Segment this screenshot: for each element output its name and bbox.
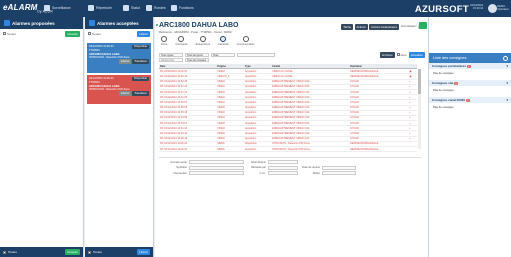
- events-table: Date Origine Type Libellé Opérateur RX 0…: [159, 64, 417, 152]
- report-form: Compte-rendu Code Retenir Synthèse Décla…: [159, 157, 421, 184]
- intervention-field[interactable]: Intervention: [159, 171, 244, 175]
- card-transfer-button[interactable]: Transférer: [132, 59, 149, 65]
- auto-refresh-checkbox[interactable]: Auto: [396, 53, 407, 57]
- bottom-release-button[interactable]: Libérer: [137, 249, 150, 255]
- brand-name: AZURSOFT: [414, 4, 469, 15]
- section-particular-text: Pas de consigne: [433, 71, 454, 75]
- clipboard-icon: [178, 36, 185, 42]
- filters-row-2: Rechercher Tous les niveaux: [159, 58, 209, 62]
- bell-icon: [4, 20, 10, 26]
- nav-fonctions[interactable]: Fonctions: [171, 5, 194, 11]
- filters-row: Tous types Tous les jours Tous Archives …: [159, 52, 425, 58]
- table-row[interactable]: RX 04/12/2024 11:06:33 SIRES Apparition INT…: [159, 146, 417, 152]
- accepted-alarm-card[interactable]: 04/12/2024 11:06:33 Disponible TT00501 AR…: [87, 43, 151, 73]
- section-channel-text: Pas de consigne: [433, 105, 454, 109]
- chevron-down-icon: ▾: [506, 81, 508, 85]
- tab-fiche[interactable]: Fiche: [161, 36, 167, 46]
- nav-repertoire[interactable]: Répertoire: [88, 5, 112, 11]
- tab-evenements[interactable]: Caméras: [218, 36, 229, 46]
- cell-op: DEMOEUROMANUELLE: [349, 146, 409, 152]
- accepted-alarms-header: Alarmes acceptées: [85, 17, 153, 29]
- user-label: DEMO Opérateur: [497, 5, 509, 11]
- day-filter[interactable]: Tous les jours: [185, 52, 209, 57]
- instant-actions-button[interactable]: Actions instantanées: [369, 24, 399, 30]
- resume-date-field[interactable]: Date de reprise: [302, 165, 356, 170]
- section-site-text: Pas de consigne: [433, 88, 454, 92]
- proposed-alarms-panel: Alarmes proposées Toutes Accepter Toutes…: [0, 17, 84, 257]
- status-icon: [123, 5, 129, 11]
- tab-consignes[interactable]: Consignes: [175, 36, 188, 46]
- clock-icon: [220, 36, 227, 42]
- people-icon: [199, 36, 206, 42]
- report-field[interactable]: Compte-rendu: [159, 160, 244, 164]
- actions-button[interactable]: Actions: [354, 24, 368, 30]
- page-subtitle: Référence : ARC1800M - Poste : TT00501 -…: [159, 30, 232, 34]
- proposed-alarms-header: Alarmes proposées: [0, 17, 83, 29]
- cell-type: Apparition: [244, 146, 272, 152]
- green-status-button[interactable]: [419, 22, 427, 29]
- task-button[interactable]: Tâche: [341, 24, 353, 30]
- table-scrollbar[interactable]: [418, 69, 421, 149]
- bottom-accept-button[interactable]: Accepter: [64, 249, 80, 255]
- tools-icon: [171, 5, 177, 11]
- cell-label: INTRUSION - Détection PIR Zone: [271, 146, 350, 152]
- cell-icon: [408, 146, 417, 152]
- synthesis-field[interactable]: Synthèse: [159, 165, 244, 170]
- type-filter[interactable]: Tous types: [159, 52, 183, 57]
- bottom-accepted-checkbox[interactable]: [88, 250, 91, 254]
- nav-rondes[interactable]: Rondes: [146, 5, 166, 11]
- accepted-alarm-card[interactable]: 04/12/2024 11:06:43 Disponible TT00501 AR…: [87, 75, 151, 104]
- code-field[interactable]: Code Retenir: [248, 160, 298, 164]
- tab-communication[interactable]: Communication: [237, 36, 255, 46]
- extra-filter[interactable]: [237, 52, 275, 57]
- bottom-select-all-checkbox[interactable]: [3, 250, 6, 254]
- bell-check-icon: [89, 20, 95, 26]
- proposed-bottom-bar: Toutes Accepter: [0, 247, 83, 257]
- chevron-down-icon: ▾: [506, 98, 508, 102]
- select-all-checkbox[interactable]: Toutes: [3, 32, 16, 36]
- tab-contacts[interactable]: Événements: [196, 36, 210, 46]
- status-filter[interactable]: Tous: [211, 52, 235, 57]
- accepted-bottom-bar: Toutes Libérer: [85, 247, 153, 257]
- info-icon: [161, 36, 168, 42]
- instructions-header: Liste des consignes: [429, 53, 511, 63]
- clock: 04/12/2024 15:40:44: [470, 4, 483, 11]
- level-filter[interactable]: Tous les niveaux: [185, 58, 209, 62]
- card-release-button[interactable]: Libérer: [118, 91, 132, 97]
- top-navigation-bar: eALARMby AZUR Surveillance Répertoire St…: [0, 0, 511, 17]
- page-title: ARC1800 DAHUA LABO: [159, 22, 239, 29]
- patrol-icon: [146, 5, 152, 11]
- declared-by-field[interactable]: Déclarée par: [248, 165, 298, 170]
- card-release-button[interactable]: Libérer: [118, 59, 132, 65]
- available-button[interactable]: Disponible: [131, 76, 149, 82]
- instructions-panel: Liste des consignes Consignes particuliè…: [428, 17, 511, 257]
- nav-statut[interactable]: Statut: [123, 5, 140, 11]
- release-button[interactable]: Libérer: [137, 31, 150, 37]
- weather-field[interactable]: Météo: [302, 171, 356, 175]
- status-dot: [156, 24, 158, 26]
- cai-field[interactable]: C.A.I.: [248, 171, 298, 175]
- link-icon: [242, 36, 249, 42]
- cell-origin: SIRES: [216, 146, 244, 152]
- detail-tabs: Fiche Consignes Événements Caméras Commu…: [161, 36, 255, 46]
- alarm-detail-panel: ARC1800 DAHUA LABO Référence : ARC1800M …: [155, 17, 428, 257]
- cell-date: RX 04/12/2024 11:06:33: [159, 146, 217, 152]
- add-icon[interactable]: [503, 55, 508, 61]
- refresh-button[interactable]: Actualiser: [408, 52, 425, 58]
- archives-button[interactable]: Archives: [379, 52, 395, 58]
- card-transfer-button[interactable]: Transférer: [132, 91, 149, 97]
- monitor-icon: [44, 5, 50, 11]
- select-all-accepted-checkbox[interactable]: Toutes: [88, 32, 101, 36]
- journal-label: Journalisation: [400, 25, 417, 29]
- chevron-down-icon: ▾: [506, 64, 508, 68]
- nav-surveillance[interactable]: Surveillance: [44, 5, 70, 11]
- book-icon: [88, 5, 94, 11]
- accept-button[interactable]: Accepter: [64, 31, 80, 37]
- search-input[interactable]: Rechercher: [159, 58, 183, 62]
- available-button[interactable]: Disponible: [131, 44, 149, 50]
- user-avatar[interactable]: [488, 4, 497, 13]
